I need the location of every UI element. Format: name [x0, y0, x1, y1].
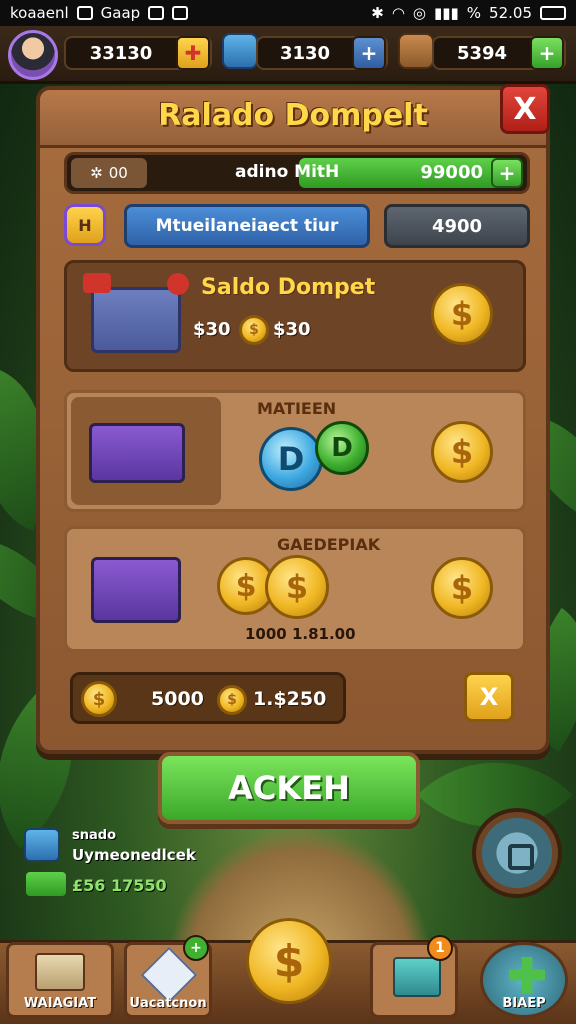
mail-icon — [148, 6, 165, 20]
new-badge: + — [183, 935, 209, 961]
blue-coin-icon: D — [259, 427, 323, 491]
bluetooth-icon: ✱ — [371, 4, 384, 22]
wood-resource: 5394 + — [432, 36, 566, 70]
name-field[interactable]: Mtueilaneiaect tiur — [124, 204, 370, 248]
gem-icon — [222, 33, 258, 69]
gold-amount: 33130 — [89, 42, 153, 64]
add-gold-button[interactable]: ✚ — [176, 36, 210, 70]
card-caption: 1000 1.81.00 — [245, 625, 356, 643]
notice-line1: snado — [72, 828, 117, 843]
card-title: Saldo Dompet — [201, 275, 376, 300]
reward-card-1[interactable]: Saldo Dompet $30 $ $30 $ — [64, 260, 526, 372]
close-button[interactable]: X — [500, 84, 550, 134]
price-b: $30 — [273, 319, 311, 340]
card-title: GAEDEPIAK — [277, 535, 381, 554]
chest-icon — [89, 423, 185, 483]
wifi-icon: ◠ — [391, 4, 405, 22]
coin-icon: $ — [217, 685, 247, 715]
nav-item-map[interactable]: BIAEP — [480, 942, 568, 1018]
center-coin-button[interactable]: $ — [246, 918, 332, 1004]
progress-add-button[interactable]: + — [491, 158, 523, 188]
chat-icon — [24, 828, 60, 862]
amount-field[interactable]: 4900 — [384, 204, 530, 248]
total-value-a: 5000 — [151, 688, 204, 710]
gold-resource: 33130 ✚ — [64, 36, 212, 70]
gem-resource: 3130 + — [256, 36, 388, 70]
treasure-box-icon — [393, 957, 441, 997]
signal-icon: ▮▮▮ — [434, 4, 459, 22]
nav-item-chest[interactable]: 1 — [370, 935, 458, 1018]
add-gem-button[interactable]: + — [352, 36, 386, 70]
cash-icon — [26, 872, 66, 896]
main-action-button[interactable]: ACKEH — [158, 752, 420, 824]
total-value-b: 1.$250 — [253, 688, 327, 710]
plus-icon — [509, 957, 545, 993]
green-coin-icon: D — [315, 421, 369, 475]
heart-icon — [167, 273, 189, 295]
scroll-icon — [35, 953, 85, 991]
nav-label: WAIAGIAT — [23, 996, 97, 1011]
price-a: $30 — [193, 319, 231, 340]
chest-icon — [91, 287, 181, 353]
progress-left-value: 00 — [108, 164, 128, 182]
status-carrier: koaaenl — [10, 4, 69, 22]
nav-label: Uacatcnon — [129, 996, 207, 1011]
reward-card-3[interactable]: GAEDEPIAK $ $ 1000 1.81.00 $ — [64, 526, 526, 652]
gear-icon: ✲ — [90, 164, 103, 182]
status-time: 52.05 — [489, 4, 532, 22]
progress-bar: ✲ 00 adino MitH 99000 + — [64, 152, 530, 194]
progress-left: ✲ 00 — [71, 158, 147, 188]
menu-round-button[interactable] — [472, 808, 562, 898]
card-title: MATIEEN — [257, 399, 337, 418]
coin-icon: $ — [431, 421, 493, 483]
coin-icon: $ — [431, 283, 493, 345]
wood-amount: 5394 — [456, 42, 508, 64]
coin-icon: $ — [239, 315, 269, 345]
coin-icon: $ — [431, 557, 493, 619]
wood-crate-icon — [398, 33, 434, 69]
message-icon — [172, 6, 189, 20]
panel-title: Ralado Dompelt — [158, 98, 428, 133]
alarm-icon: ◎ — [412, 4, 427, 22]
nav-item-shop[interactable]: WAIAGIAT — [6, 942, 114, 1018]
coin-icon: $ — [81, 681, 117, 717]
total-bar: $ 5000 $ 1.$250 — [70, 672, 346, 724]
info-button[interactable]: H — [64, 204, 106, 246]
cancel-button[interactable]: X — [464, 672, 514, 722]
wallet-panel: Ralado Dompelt X ✲ 00 adino MitH 99000 +… — [36, 84, 550, 754]
notice-line2: Uymeonedlcek — [72, 846, 196, 864]
panel-header: Ralado Dompelt — [40, 90, 546, 148]
count-badge: 1 — [427, 935, 453, 961]
nav-item-location[interactable]: + Uacatcnon — [124, 935, 212, 1018]
notice-line3: £56 17550 — [72, 876, 167, 895]
notification-icon — [76, 6, 93, 20]
progress-label: adino MitH — [235, 162, 340, 182]
reward-card-2[interactable]: MATIEEN D D $ — [64, 390, 526, 512]
status-app-label: Gaap — [100, 4, 141, 22]
status-bar: koaaenl Gaap ✱ ◠ ◎ ▮▮▮ % 52.05 — [0, 0, 576, 26]
nav-label: BIAEP — [502, 996, 546, 1011]
add-wood-button[interactable]: + — [530, 36, 564, 70]
progress-value: 99000 — [420, 162, 483, 183]
battery-icon — [540, 6, 566, 20]
envelope-icon — [83, 273, 111, 293]
coin-icon: $ — [265, 555, 329, 619]
notice-panel[interactable]: snado Uymeonedlcek £56 17550 — [24, 826, 196, 906]
player-avatar[interactable] — [8, 30, 58, 80]
battery-text: % — [466, 4, 482, 22]
square-icon — [508, 844, 534, 870]
chest-icon — [91, 557, 181, 623]
gem-amount: 3130 — [279, 42, 331, 64]
